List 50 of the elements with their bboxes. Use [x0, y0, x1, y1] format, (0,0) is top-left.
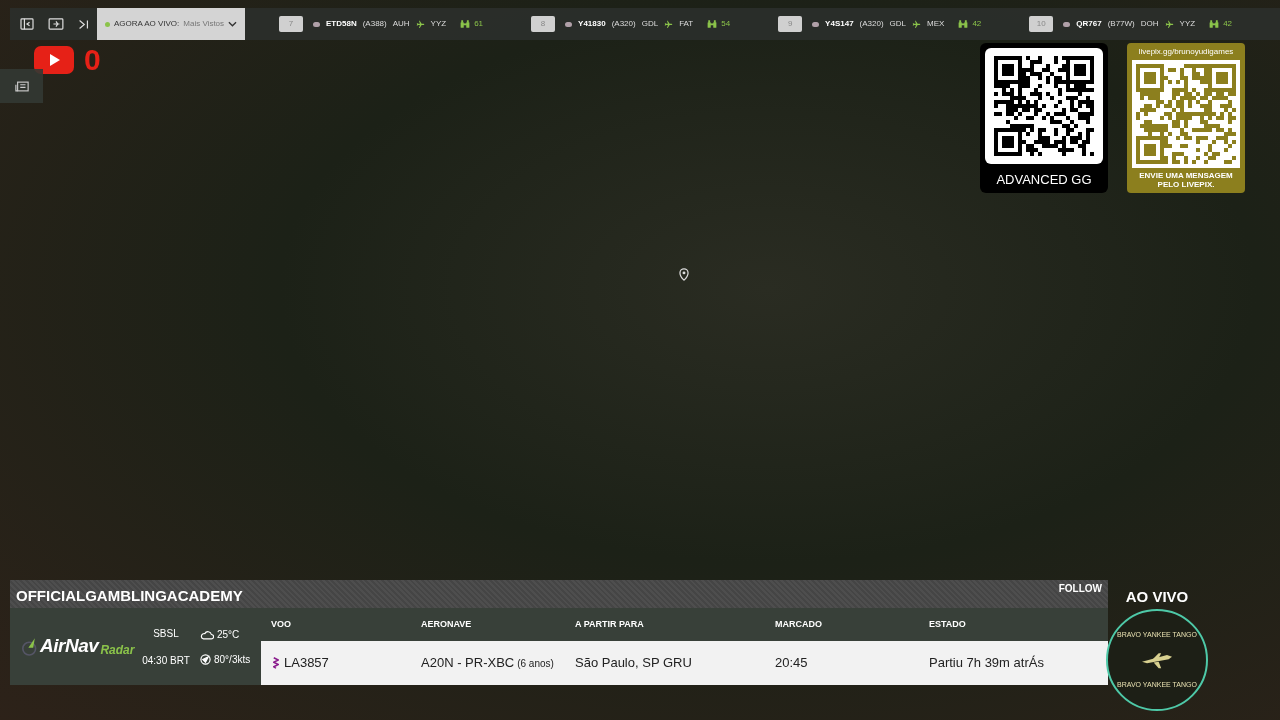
live-selector-dropdown[interactable]: AGORA AO VIVO: Mais Vistos [97, 8, 245, 40]
aircraft-registration: A20N - PR-XBC [421, 654, 515, 673]
viewer-count: 54 [721, 18, 731, 30]
flight-callsign: QR767 [1076, 18, 1102, 30]
local-time: 04:30 BRT [142, 653, 190, 668]
temperature: 25°C [217, 627, 240, 642]
live-label: AO VIVO [1125, 587, 1189, 607]
destination-code: YYZ [1179, 18, 1196, 30]
wind: 80°/3kts [214, 652, 251, 667]
flight-callsign: Y4S147 [825, 18, 854, 30]
follow-label: FOLLOW [1058, 582, 1102, 596]
qr-caption: ENVIE UMA MENSAGEM PELO LIVEPIX. [1138, 171, 1234, 189]
flight-row[interactable]: LA3857 A20N - PR-XBC (6 anos) São Paulo, SP GRU 20:45 Partiu 7h 39m atrÁs [261, 641, 1108, 685]
viewer-count: 42 [972, 18, 982, 30]
origin-code: GDL [641, 18, 659, 30]
airport-code: SBSL [153, 626, 179, 641]
column-header: A PARTIR PARA [575, 617, 645, 631]
column-header: ESTADO [929, 617, 967, 631]
qr-caption: ADVANCED GG [996, 171, 1092, 189]
live-label: AGORA AO VIVO: [113, 18, 180, 30]
aircraft-age: (6 anos) [517, 656, 554, 671]
aircraft-type: (A320) [611, 18, 636, 30]
flight-callsign: Y41830 [578, 18, 606, 30]
column-header: AERONAVE [421, 617, 473, 631]
channel-name: OFFICIALGAMBLINGACADEMY [16, 586, 243, 606]
rank-badge: 8 [531, 16, 556, 32]
radar-logo: Radar [100, 641, 135, 659]
destination-code: YYZ [430, 18, 447, 30]
destination-code: FAT [679, 18, 694, 30]
youtube-count: 0 [84, 45, 101, 75]
livepix-url: livepix.gg/brunoyudigames [1138, 46, 1234, 58]
flight-callsign: ETD58N [326, 18, 357, 30]
rank-badge: 9 [778, 16, 803, 32]
destination: São Paulo, SP GRU [575, 654, 693, 673]
scheduled-time: 20:45 [775, 654, 809, 673]
origin-code: GDL [889, 18, 907, 30]
column-header: MARCADO [775, 617, 823, 631]
origin-code: AUH [392, 18, 410, 30]
viewer-count: 42 [1223, 18, 1233, 30]
airnav-logo: AirNav [40, 634, 99, 659]
flight-status: Partiu 7h 39m atrÁs [929, 654, 1045, 673]
origin-code: DOH [1140, 18, 1159, 30]
destination-code: MEX [927, 18, 945, 30]
column-header: VOO [270, 617, 292, 631]
flight-number: LA3857 [284, 654, 329, 673]
aircraft-type: (A320) [859, 18, 884, 30]
aircraft-type: (A388) [362, 18, 387, 30]
viewer-count: 61 [474, 18, 484, 30]
aircraft-type: (B77W) [1107, 18, 1135, 30]
live-value: Mais Vistos [183, 18, 225, 30]
